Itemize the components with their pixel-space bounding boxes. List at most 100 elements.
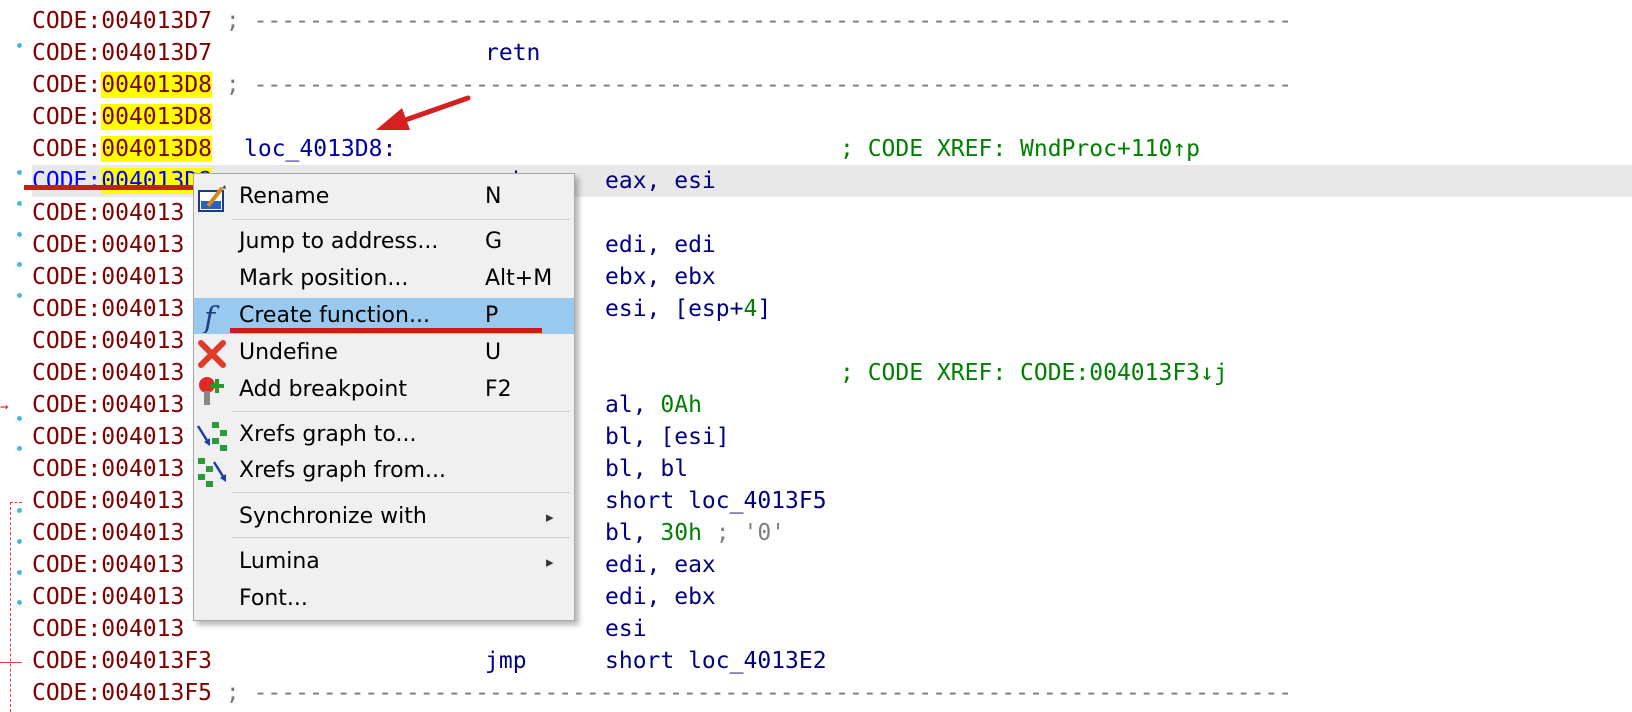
address: 004013 bbox=[101, 232, 185, 258]
menu-item-lumina[interactable]: Lumina ▸ bbox=[194, 544, 574, 580]
line-marker-dot bbox=[17, 446, 22, 451]
address: 004013 bbox=[101, 200, 185, 226]
address: 004013 bbox=[101, 328, 185, 354]
context-menu: Rename N Jump to address... G Mark position.… bbox=[193, 173, 575, 621]
address: 004013D8 bbox=[101, 136, 213, 162]
operand-text: ] bbox=[757, 296, 772, 322]
annotation-underline bbox=[230, 328, 542, 333]
undefine-icon bbox=[196, 338, 228, 370]
address: 004013 bbox=[101, 296, 185, 322]
segment-name: CODE: bbox=[32, 616, 102, 642]
listing-line[interactable]: CODE:004013D7 retn bbox=[32, 37, 1632, 69]
operands[interactable]: al, 0Ah bbox=[605, 389, 702, 421]
operand-text: bl, bbox=[605, 520, 661, 546]
operands[interactable]: short loc_4013E2 bbox=[605, 645, 827, 677]
menu-item-synchronize-with[interactable]: Synchronize with ▸ bbox=[194, 499, 574, 535]
segment-name: CODE: bbox=[32, 584, 102, 610]
xref-comment: ; CODE XREF: WndProc+110↑p bbox=[840, 136, 1201, 162]
separator-comment: ; --------------------------------------… bbox=[212, 680, 1293, 706]
operands[interactable]: edi, ebx bbox=[605, 581, 716, 613]
submenu-arrow-icon: ▸ bbox=[546, 508, 554, 526]
menu-item-label: Add breakpoint bbox=[239, 377, 407, 402]
listing-line[interactable]: CODE:004013D8 bbox=[32, 101, 1632, 133]
address: 004013 bbox=[101, 584, 185, 610]
listing-line[interactable]: CODE:004013D7 ; ------------------------… bbox=[32, 5, 1632, 37]
menu-item-label: Rename bbox=[239, 184, 330, 209]
menu-separator bbox=[232, 411, 570, 412]
menu-item-shortcut: F2 bbox=[485, 377, 512, 402]
function-icon: f bbox=[196, 301, 228, 336]
line-marker-dot bbox=[17, 293, 22, 298]
segment-name: CODE: bbox=[32, 168, 102, 194]
segment-name: CODE: bbox=[32, 200, 102, 226]
operands[interactable]: bl, [esi] bbox=[605, 421, 730, 453]
address: 004013D7 bbox=[101, 40, 213, 66]
svg-text:f: f bbox=[202, 301, 220, 333]
operand-text: al, bbox=[605, 392, 661, 418]
operands[interactable]: bl, bl bbox=[605, 453, 688, 485]
address: 004013D8 bbox=[101, 104, 213, 130]
operands[interactable]: esi, [esp+4] bbox=[605, 293, 771, 325]
mnemonic: retn bbox=[485, 40, 541, 66]
segment-name: CODE: bbox=[32, 488, 102, 514]
xref-comment: ; CODE XREF: CODE:004013F3↓j bbox=[840, 360, 1228, 386]
address: 004013D8 bbox=[101, 72, 213, 98]
address: 004013 bbox=[101, 616, 185, 642]
address: 004013D7 bbox=[101, 8, 213, 34]
xrefs-to-icon bbox=[196, 420, 228, 452]
line-marker-dot bbox=[17, 600, 22, 605]
menu-item-undefine[interactable]: Undefine U bbox=[194, 335, 574, 371]
segment-name: CODE: bbox=[32, 104, 102, 130]
jump-flow-line bbox=[10, 502, 12, 712]
line-marker-dot bbox=[17, 262, 22, 267]
menu-item-shortcut: Alt+M bbox=[485, 266, 553, 291]
jump-flow-tick bbox=[0, 662, 22, 663]
menu-item-label: Undefine bbox=[239, 340, 338, 365]
jump-flow-tick bbox=[10, 502, 22, 503]
segment-name: CODE: bbox=[32, 72, 102, 98]
operand-text: esi, [esp+ bbox=[605, 296, 744, 322]
code-label[interactable]: loc_4013D8: bbox=[244, 133, 396, 165]
operands[interactable]: ebx, ebx bbox=[605, 261, 716, 293]
listing-line[interactable]: CODE:004013F3 jmp short loc_4013E2 bbox=[32, 645, 1632, 677]
operands[interactable]: short loc_4013F5 bbox=[605, 485, 827, 517]
line-marker-dot bbox=[17, 232, 22, 237]
menu-item-xrefs-graph-from[interactable]: Xrefs graph from... bbox=[194, 453, 574, 489]
operands[interactable]: edi, eax bbox=[605, 549, 716, 581]
operands[interactable]: esi bbox=[605, 613, 647, 645]
jump-target-arrow-icon: → bbox=[0, 399, 9, 415]
address: 004013 bbox=[101, 424, 185, 450]
menu-item-xrefs-graph-to[interactable]: Xrefs graph to... bbox=[194, 417, 574, 453]
operands[interactable]: eax, esi bbox=[605, 165, 716, 197]
segment-name: CODE: bbox=[32, 552, 102, 578]
breakpoint-icon bbox=[196, 375, 228, 407]
listing-line[interactable]: CODE:004013D8 ; ------------------------… bbox=[32, 69, 1632, 101]
listing-line[interactable]: CODE:004013D8 loc_4013D8: ; CODE XREF: Wnd… bbox=[32, 133, 1632, 165]
address: 004013F3 bbox=[101, 648, 213, 674]
menu-item-label: Jump to address... bbox=[239, 229, 439, 254]
operands[interactable]: edi, edi bbox=[605, 229, 716, 261]
menu-item-label: Mark position... bbox=[239, 266, 409, 291]
menu-item-font[interactable]: Font... bbox=[194, 581, 574, 617]
segment-name: CODE: bbox=[32, 392, 102, 418]
segment-name: CODE: bbox=[32, 520, 102, 546]
segment-name: CODE: bbox=[32, 264, 102, 290]
menu-item-shortcut: U bbox=[485, 340, 502, 365]
line-gutter[interactable]: → bbox=[0, 0, 32, 712]
segment-name: CODE: bbox=[32, 360, 102, 386]
menu-item-rename[interactable]: Rename N bbox=[194, 179, 574, 215]
segment-name: CODE: bbox=[32, 296, 102, 322]
mnemonic: jmp bbox=[485, 648, 527, 674]
annotation-underline bbox=[24, 185, 196, 190]
menu-item-add-breakpoint[interactable]: Add breakpoint F2 bbox=[194, 372, 574, 408]
string-comment: ; '0' bbox=[701, 520, 786, 546]
menu-item-shortcut: G bbox=[485, 229, 503, 254]
operands[interactable]: bl, 30h ; '0' bbox=[605, 517, 785, 549]
menu-item-jump-to-address[interactable]: Jump to address... G bbox=[194, 224, 574, 260]
line-marker-dot bbox=[17, 43, 22, 48]
listing-line[interactable]: CODE:004013F5 ; ------------------------… bbox=[32, 677, 1632, 709]
segment-name: CODE: bbox=[32, 8, 102, 34]
menu-item-mark-position[interactable]: Mark position... Alt+M bbox=[194, 261, 574, 297]
menu-item-label: Synchronize with bbox=[239, 504, 427, 529]
line-marker-dot bbox=[17, 201, 22, 206]
